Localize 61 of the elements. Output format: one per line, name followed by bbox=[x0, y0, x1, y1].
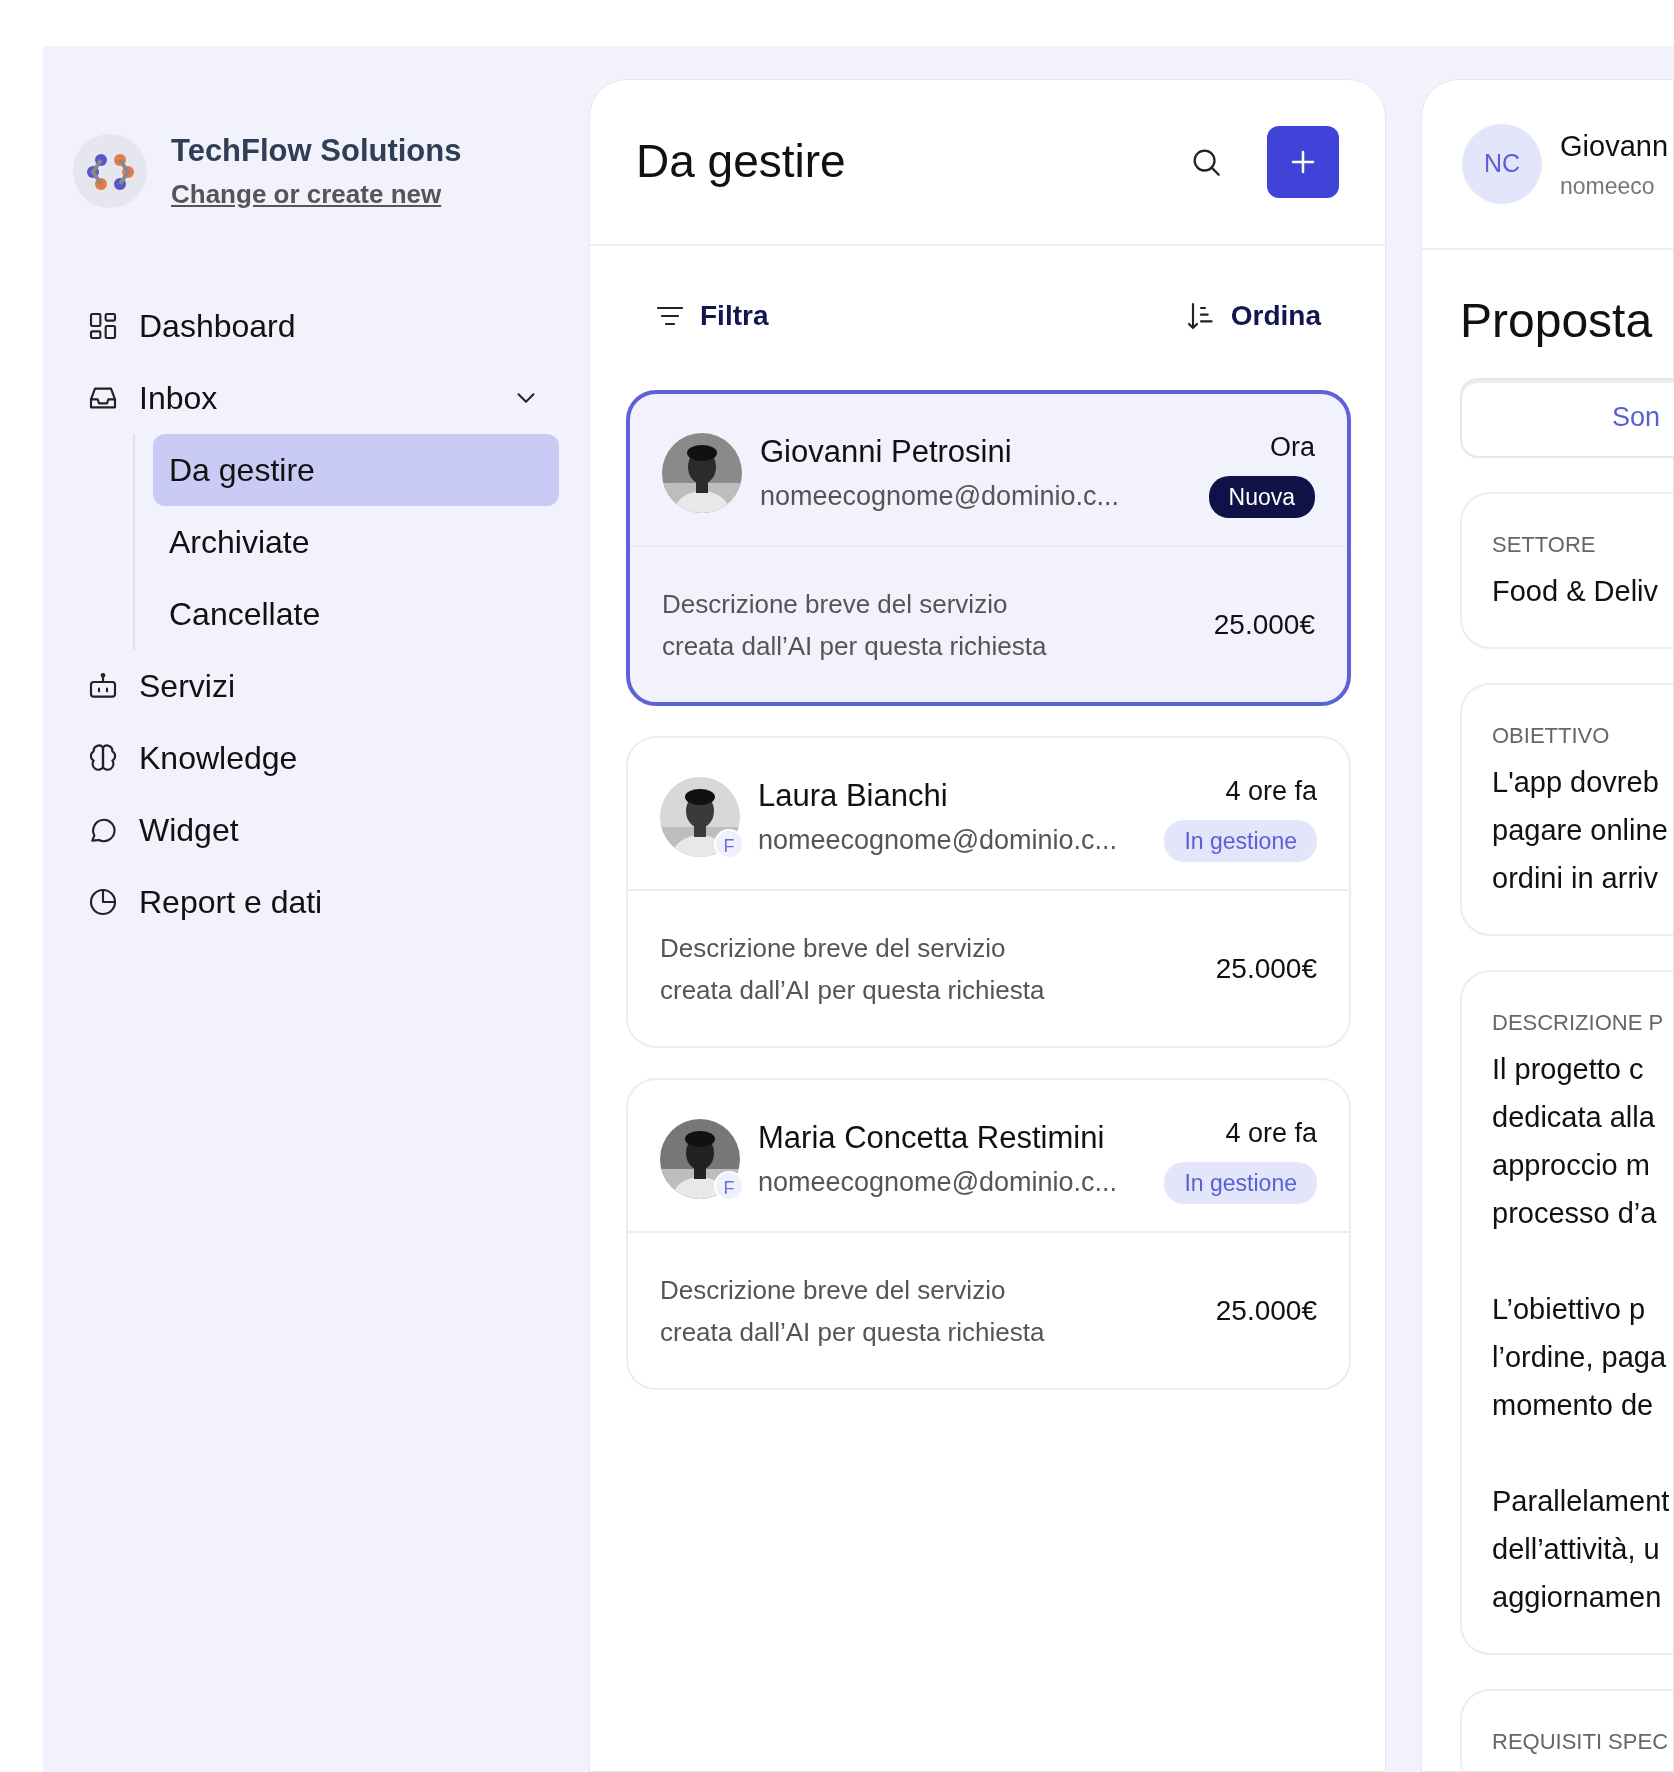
section-text: processo d’a bbox=[1492, 1195, 1658, 1231]
time-label: Ora bbox=[1270, 431, 1315, 464]
section-text: pagare online bbox=[1492, 812, 1669, 848]
request-description: Descrizione breve del servizio creata dall’AI per questa richiesta bbox=[660, 931, 1046, 1007]
section-text: dedicata alla bbox=[1492, 1099, 1656, 1135]
section-text: Il progetto c bbox=[1492, 1051, 1645, 1087]
section-text: aggiornamen bbox=[1492, 1579, 1663, 1615]
brain-icon bbox=[87, 741, 119, 774]
filter-button[interactable]: Filtra bbox=[648, 294, 775, 338]
section-text: ordini in arriv bbox=[1492, 860, 1659, 896]
list-title: Da gestire bbox=[636, 134, 847, 190]
section-text: L’obiettivo p bbox=[1492, 1291, 1647, 1327]
contact-email: nomeecognome@dominio.c... bbox=[758, 823, 1119, 857]
nav-subitem[interactable]: Da gestire bbox=[153, 433, 559, 506]
section-label: DESCRIZIONE P bbox=[1492, 1008, 1665, 1037]
proposal-title: Proposta bbox=[1460, 293, 1654, 349]
contact-email: nomeecognome@dominio.c... bbox=[758, 1165, 1119, 1199]
nav-subitem[interactable]: Archiviate bbox=[153, 505, 559, 578]
section-text: l’ordine, paga bbox=[1492, 1339, 1668, 1375]
section-text: L'app dovreb bbox=[1492, 764, 1660, 800]
request-description: Descrizione breve del servizio creata dall’AI per questa richiesta bbox=[660, 1273, 1046, 1349]
nav-item[interactable]: Inbox bbox=[139, 373, 491, 422]
proposal-button[interactable]: Son bbox=[1460, 377, 1674, 458]
amount-label: 25.000€ bbox=[1215, 951, 1317, 986]
contact-name: Giovann bbox=[1560, 129, 1668, 164]
company-name: TechFlow Solutions bbox=[171, 132, 462, 170]
contact-name: Laura Bianchi bbox=[758, 777, 949, 815]
section-text: Parallelament bbox=[1492, 1483, 1671, 1519]
status-badge: In gestione bbox=[1164, 1161, 1317, 1204]
section-text: momento de bbox=[1492, 1387, 1655, 1423]
logo-icon bbox=[73, 133, 147, 208]
change-company-link[interactable]: Change or create new bbox=[171, 178, 442, 209]
time-label: 4 ore fa bbox=[1225, 1117, 1317, 1150]
section-label: SETTORE bbox=[1492, 530, 1597, 559]
request-card[interactable]: Giovanni Petrosini nomeecognome@dominio.c... Ora Nuova Descrizione breve del servizio creata dall’AI per questa richiesta 25.000€ bbox=[626, 390, 1351, 706]
time-label: 4 ore fa bbox=[1225, 775, 1317, 808]
contact-name: Maria Concetta Restimini bbox=[758, 1119, 1106, 1157]
status-badge: Nuova bbox=[1208, 475, 1315, 518]
nav-item[interactable]: Widget bbox=[139, 805, 559, 854]
section-label: REQUISITI SPEC bbox=[1492, 1727, 1670, 1756]
nav-item[interactable]: Report e dati bbox=[139, 877, 559, 926]
request-card[interactable]: F Laura Bianchi nomeecognome@dominio.c... 4 ore fa In gestione Descrizione breve del servizio creata dall’AI per questa richiesta 25.000€ bbox=[626, 736, 1351, 1048]
section-text: Food & Deliv bbox=[1492, 573, 1659, 609]
contact-email: nomeeco bbox=[1560, 171, 1656, 201]
contact-name: Giovanni Petrosini bbox=[760, 433, 1013, 471]
section-label: OBIETTIVO bbox=[1492, 721, 1611, 750]
add-button[interactable] bbox=[1267, 126, 1339, 198]
section-text: dell’attività, u bbox=[1492, 1531, 1661, 1567]
initials-avatar: NC bbox=[1462, 124, 1542, 204]
nav-item[interactable]: Knowledge bbox=[139, 733, 559, 782]
request-description: Descrizione breve del servizio creata dall’AI per questa richiesta bbox=[662, 587, 1048, 663]
nav-subitem[interactable]: Cancellate bbox=[153, 577, 559, 650]
amount-label: 25.000€ bbox=[1213, 607, 1315, 642]
contact-email: nomeecognome@dominio.c... bbox=[760, 479, 1121, 513]
request-card[interactable]: F Maria Concetta Restimini nomeecognome@dominio.c... 4 ore fa In gestione Descrizione breve del servizio creata dall’AI per questa richiesta 25.000€ bbox=[626, 1078, 1351, 1390]
status-badge: In gestione bbox=[1164, 819, 1317, 862]
sort-button[interactable]: Ordina bbox=[1178, 294, 1327, 338]
amount-label: 25.000€ bbox=[1215, 1293, 1317, 1328]
section-text: approccio m bbox=[1492, 1147, 1651, 1183]
nav-item[interactable]: Dashboard bbox=[139, 301, 559, 350]
nav-item[interactable]: Servizi bbox=[139, 661, 559, 710]
